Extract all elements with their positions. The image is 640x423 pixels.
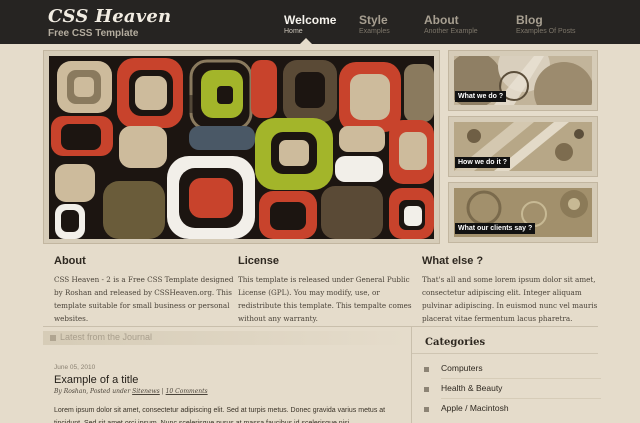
nav-item-blog[interactable]: Blog Examples Of Posts xyxy=(516,13,576,35)
feature-caption: What our clients say ? xyxy=(455,223,536,234)
retro-pattern-graphic xyxy=(49,56,434,239)
square-bullet-icon xyxy=(50,335,56,341)
category-label: Apple / Macintosh xyxy=(441,403,509,413)
nav-sublabel: Home xyxy=(284,28,303,35)
nav-sublabel: Another Example xyxy=(424,28,478,35)
categories-rule xyxy=(412,353,598,354)
category-rule xyxy=(441,378,601,379)
feature-what-we-do[interactable]: What we do ? xyxy=(448,50,598,111)
post-date: June 05, 2010 xyxy=(54,364,96,371)
active-nav-indicator xyxy=(300,38,312,44)
nav-label: Blog xyxy=(516,13,543,27)
category-item-apple-macintosh[interactable]: Apple / Macintosh xyxy=(424,402,589,422)
site-subtitle: Free CSS Template xyxy=(48,28,139,39)
about-section: About CSS Heaven - 2 is a Free CSS Templ… xyxy=(54,255,234,325)
category-label: Computers xyxy=(441,363,483,373)
site-header: CSS Heaven Free CSS Template Welcome Hom… xyxy=(0,0,640,44)
post-meta: By Roshan, Posted under Sitenews | 10 Co… xyxy=(54,388,208,395)
nav-sublabel: Examples Of Posts xyxy=(516,28,576,35)
license-section: License This template is released under … xyxy=(238,255,418,325)
section-heading: About xyxy=(54,255,86,267)
sidebar-divider xyxy=(411,327,412,423)
category-label: Health & Beauty xyxy=(441,383,503,393)
feature-caption: How we do it ? xyxy=(455,157,510,168)
post-comments-link[interactable]: 10 Comments xyxy=(166,388,208,395)
nav-item-style[interactable]: Style Examples xyxy=(359,13,390,35)
journal-heading: Latest from the Journal xyxy=(60,332,153,342)
nav-sublabel: Examples xyxy=(359,28,390,35)
featured-image xyxy=(49,56,434,239)
section-divider xyxy=(43,326,598,327)
site-title[interactable]: CSS Heaven xyxy=(48,6,171,27)
section-text: This template is released under General … xyxy=(238,275,412,323)
post-meta-prefix: By Roshan, Posted under xyxy=(54,388,133,395)
square-bullet-icon xyxy=(424,407,429,412)
nav-item-welcome[interactable]: Welcome Home xyxy=(284,13,336,35)
section-heading: License xyxy=(238,255,279,267)
feature-how-we-do-it[interactable]: How we do it ? xyxy=(448,116,598,177)
nav-label: Welcome xyxy=(284,13,337,27)
section-text: That's all and some lorem ipsum dolor si… xyxy=(422,275,598,323)
post-title[interactable]: Example of a title xyxy=(54,374,138,386)
site-logo[interactable]: CSS Heaven Free CSS Template xyxy=(48,6,171,39)
category-item-health-beauty[interactable]: Health & Beauty xyxy=(424,382,601,402)
category-item-computers[interactable]: Computers xyxy=(424,362,601,382)
nav-item-about[interactable]: About Another Example xyxy=(424,13,478,35)
what-else-section: What else ? That's all and some lorem ip… xyxy=(422,255,602,325)
feature-clients-say[interactable]: What our clients say ? xyxy=(448,182,598,243)
journal-heading-bar: Latest from the Journal xyxy=(43,331,408,345)
square-bullet-icon xyxy=(424,387,429,392)
category-rule xyxy=(441,398,601,399)
post-category-link[interactable]: Sitenews xyxy=(132,388,160,395)
featured-slider[interactable] xyxy=(43,50,440,244)
categories-title: Categories xyxy=(425,337,486,348)
post-body: Lorem ipsum dolor sit amet, consectetur … xyxy=(54,407,386,423)
square-bullet-icon xyxy=(424,367,429,372)
nav-label: Style xyxy=(359,13,388,27)
nav-label: About xyxy=(424,13,459,27)
section-heading: What else ? xyxy=(422,255,484,267)
feature-caption: What we do ? xyxy=(455,91,507,102)
section-text: CSS Heaven - 2 is a Free CSS Template de… xyxy=(54,275,234,323)
